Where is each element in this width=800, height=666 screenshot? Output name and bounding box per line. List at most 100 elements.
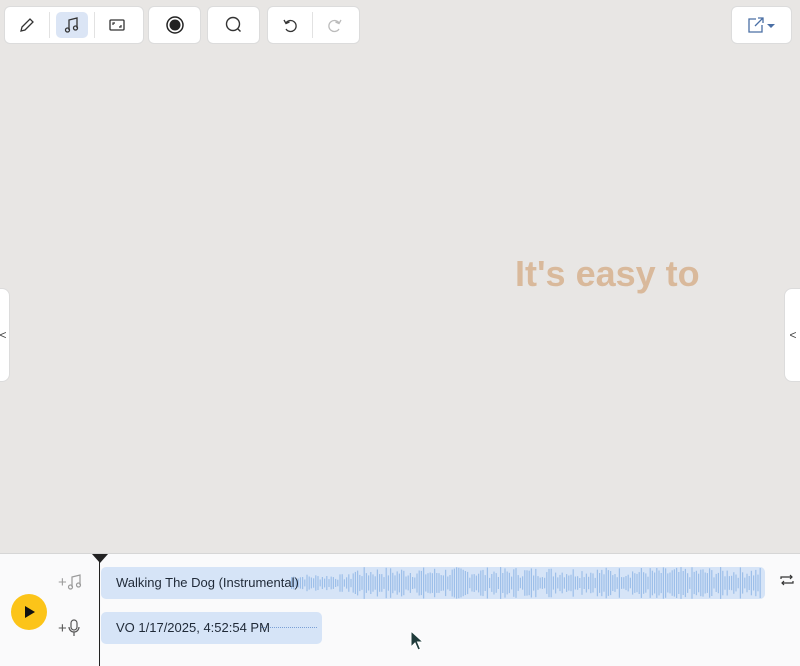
waveform-bar (464, 571, 466, 596)
waveform-bar (326, 576, 328, 591)
waveform-bar (328, 579, 330, 587)
waveform-bar (409, 573, 411, 593)
waveform-bar (566, 574, 568, 592)
playhead-line[interactable] (99, 556, 100, 666)
waveform-bar (396, 571, 398, 595)
waveform-bar (423, 567, 425, 599)
plus-sign: + (58, 573, 67, 591)
canvas-text[interactable]: It's easy to (515, 253, 700, 295)
waveform-bar (689, 577, 691, 589)
waveform-bar (308, 576, 310, 590)
waveform-bar (691, 567, 693, 599)
pen-tool-button[interactable] (11, 12, 43, 38)
waveform-bar (713, 577, 715, 589)
waveform-bar (524, 570, 526, 596)
play-button[interactable] (11, 594, 47, 630)
left-panel-toggle[interactable]: < (0, 288, 10, 382)
waveform-bar (599, 573, 601, 593)
waveform-bar (579, 578, 581, 588)
add-voiceover-button[interactable]: + (58, 619, 81, 637)
waveform-bar (717, 572, 719, 594)
waveform-bar (508, 572, 510, 594)
waveform-bar (687, 573, 689, 593)
waveform-bar (682, 571, 684, 595)
waveform-bar (530, 568, 532, 598)
waveform-bar (537, 576, 539, 590)
music-note-icon (67, 574, 81, 590)
waveform-bar (332, 577, 334, 589)
export-button[interactable] (740, 12, 784, 38)
waveform-bar (427, 573, 429, 593)
waveform-bar (627, 574, 629, 592)
record-icon (165, 16, 184, 34)
add-music-button[interactable]: + (58, 573, 83, 591)
playhead-marker[interactable] (92, 554, 108, 563)
waveform-bar (458, 567, 460, 599)
waveform-bar (746, 573, 748, 593)
waveform-bar (368, 575, 370, 591)
music-tool-button[interactable] (56, 12, 88, 38)
waveform-bar (412, 577, 414, 589)
waveform-bar (673, 569, 675, 597)
waveform-bar (750, 570, 752, 596)
waveform-bar (517, 575, 519, 591)
voiceover-track-label: VO 1/17/2025, 4:52:54 PM (116, 620, 270, 635)
waveform-bar (506, 571, 508, 595)
search-button[interactable] (218, 12, 250, 38)
search-icon (225, 16, 241, 32)
waveform-bar (643, 572, 645, 594)
loop-button[interactable] (779, 572, 795, 593)
waveform-bar (735, 574, 737, 592)
waveform-bar (744, 577, 746, 589)
waveform-bar (563, 577, 565, 589)
waveform-bar (625, 576, 627, 591)
waveform-bar (440, 575, 442, 591)
waveform-bar (497, 577, 499, 589)
undo-button[interactable] (274, 12, 306, 38)
waveform-bar (539, 577, 541, 589)
waveform-bar (678, 572, 680, 594)
waveform-bar (486, 567, 488, 599)
waveform-bar (618, 568, 620, 598)
edit-tools-group (4, 6, 144, 44)
waveform-bar (405, 576, 407, 590)
waveform-bar (460, 568, 462, 598)
waveform-bar (431, 573, 433, 593)
play-icon (25, 606, 35, 618)
waveform-bar (434, 568, 436, 598)
waveform-bar (753, 575, 755, 591)
waveform-bar (634, 573, 636, 593)
waveform-bar (374, 576, 376, 590)
music-track[interactable]: Walking The Dog (Instrumental) (101, 567, 765, 599)
redo-button[interactable] (319, 12, 351, 38)
waveform-bar (621, 577, 623, 589)
waveform-bar (561, 572, 563, 594)
chevron-left-icon: < (789, 328, 797, 342)
waveform-bar (482, 569, 484, 597)
waveform-bar (706, 573, 708, 593)
waveform-bar (654, 572, 656, 594)
waveform-bar (317, 576, 319, 590)
waveform-bar (757, 574, 759, 592)
waveform-bar (352, 573, 354, 593)
waveform-bar (603, 574, 605, 592)
waveform-bar (585, 573, 587, 593)
waveform-bar (495, 573, 497, 593)
waveform-bar (546, 572, 548, 594)
record-button[interactable] (159, 12, 191, 38)
aspect-ratio-button[interactable] (101, 12, 133, 38)
waveform-bar (528, 570, 530, 596)
waveform-bar (372, 574, 374, 592)
waveform-bar (535, 568, 537, 598)
waveform-bar (700, 569, 702, 597)
toolbar-divider (49, 12, 50, 38)
voiceover-track[interactable]: VO 1/17/2025, 4:52:54 PM (101, 612, 322, 644)
right-panel-toggle[interactable]: < (784, 288, 800, 382)
waveform-bar (550, 568, 552, 598)
waveform-bar (702, 569, 704, 597)
waveform-bar (731, 575, 733, 591)
waveform-bar (759, 568, 761, 598)
waveform-bar (407, 575, 409, 591)
waveform-bar (592, 573, 594, 593)
redo-icon (328, 19, 342, 33)
